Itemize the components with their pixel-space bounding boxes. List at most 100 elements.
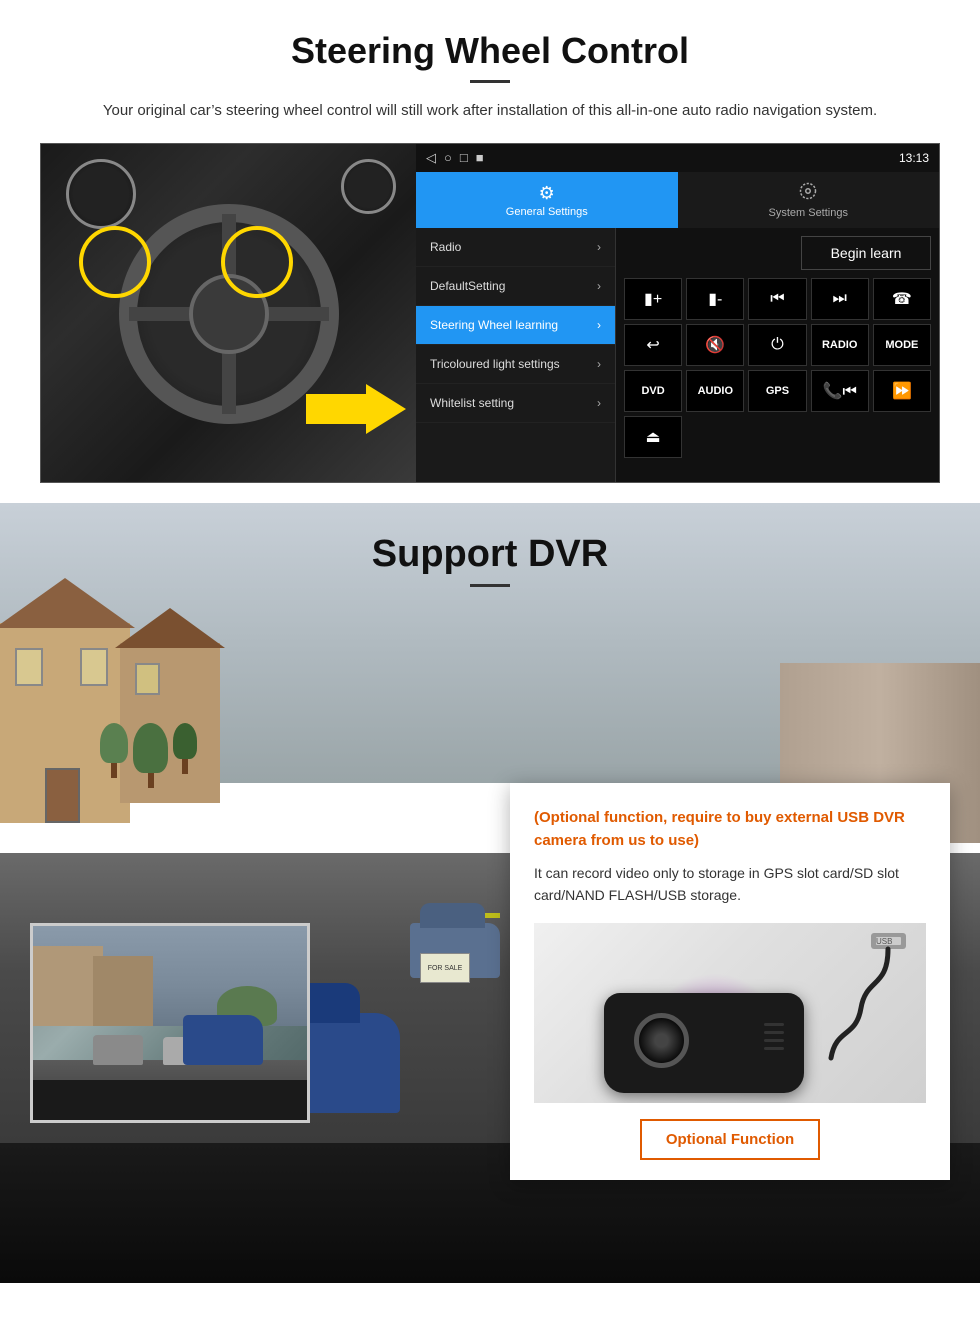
yellow-arrow [306,384,406,434]
phone-btn[interactable]: ☎ [873,278,931,320]
android-body: Radio › DefaultSetting › Steering Wheel … [416,228,939,482]
settings-menu: Radio › DefaultSetting › Steering Wheel … [416,228,616,482]
menu-icon: ■ [476,150,484,166]
begin-learn-button[interactable]: Begin learn [801,236,931,270]
audio-btn[interactable]: AUDIO [686,370,744,412]
mode-btn[interactable]: MODE [873,324,931,366]
tree-3-trunk [182,759,188,774]
phone-prev-icon: 📞⏮ [823,381,857,401]
mute-icon: 🔇 [705,335,725,355]
back-icon: ◁ [426,150,436,166]
dvr-title-divider [470,584,510,587]
next-track-icon: ⏩ [892,381,912,401]
chevron-right-icon: › [597,318,601,332]
eject-icon: ⏏ [646,427,661,447]
thumb-car-1 [93,1035,143,1065]
recents-icon: □ [460,150,468,166]
android-statusbar: ◁ ○ □ ■ 13:13 [416,144,939,172]
for-sale-text: FOR SALE [428,965,463,972]
dvr-thumbnail [30,923,310,1123]
gauge-left [66,159,136,229]
dvr-info-box: (Optional function, require to buy exter… [510,783,950,1180]
tree-2-top [133,723,168,773]
content-area: Begin learn ▮+ ▮- ⏮ [616,228,939,482]
next-btn[interactable]: ⏭ [811,278,869,320]
tree-1 [100,723,128,788]
control-grid: ▮+ ▮- ⏮ ⏭ ☎ [624,278,931,458]
tab-system-label: System Settings [769,207,848,219]
chevron-right-icon: › [597,279,601,293]
chevron-right-icon: › [597,357,601,371]
menu-item-whitelist[interactable]: Whitelist setting › [416,384,615,423]
radio-label: RADIO [822,339,857,351]
next-track-btn[interactable]: ⏩ [873,370,931,412]
thumb-dash [33,1080,307,1120]
menu-item-tricolour[interactable]: Tricoloured light settings › [416,345,615,384]
mode-label: MODE [885,339,918,351]
gps-label: GPS [766,385,789,397]
house-door [45,768,80,823]
tab-general-label: General Settings [506,206,588,218]
skip-back-icon: ⏮ [770,290,784,308]
power-icon: ⏻ [771,336,784,354]
tree-3-top [173,723,197,759]
vol-up-icon: ▮+ [644,289,662,309]
dvr-title-area: Support DVR [0,503,980,597]
chevron-right-icon: › [597,240,601,254]
usb-cable-svg: USB [776,928,916,1068]
android-tabs: ⚙ General Settings System Settings [416,172,939,228]
suv-roof [420,903,485,928]
camera-body [604,993,804,1093]
statusbar-time: 13:13 [899,151,929,165]
gear-icon: ⚙ [539,183,555,204]
page-subtitle: Your original car’s steering wheel contr… [90,99,890,123]
menu-item-radio[interactable]: Radio › [416,228,615,267]
menu-item-steering-wheel[interactable]: Steering Wheel learning › [416,306,615,345]
radio-btn[interactable]: RADIO [811,324,869,366]
power-btn[interactable]: ⏻ [748,324,806,366]
svg-text:USB: USB [876,937,892,946]
optional-function-button[interactable]: Optional Function [640,1119,820,1160]
gauge-right [341,159,396,214]
begin-learn-row: Begin learn [624,236,931,270]
home-icon: ○ [444,150,452,166]
eject-btn[interactable]: ⏏ [624,416,682,458]
tab-system-settings[interactable]: System Settings [678,172,940,228]
prev-btn[interactable]: ⏮ [748,278,806,320]
title-divider [470,80,510,83]
highlight-circle-right [221,226,293,298]
audio-label: AUDIO [698,385,733,397]
vol-up-btn[interactable]: ▮+ [624,278,682,320]
phone-icon: ☎ [892,289,912,309]
gps-btn[interactable]: GPS [748,370,806,412]
phone-prev-btn[interactable]: 📞⏮ [811,370,869,412]
steering-visual: ◁ ○ □ ■ 13:13 ⚙ General Settings [40,143,940,483]
house-2-window [135,663,160,695]
house-window-2 [80,648,108,686]
dvr-section: Support DVR [0,503,980,1283]
mute-btn[interactable]: 🔇 [686,324,744,366]
return-icon: ↩ [646,335,659,355]
page-title: Steering Wheel Control [40,30,940,72]
vol-down-icon: ▮- [708,289,722,309]
house-2-roof [115,608,225,648]
highlight-circle-left [79,226,151,298]
steering-wheel-section: Steering Wheel Control Your original car… [0,0,980,503]
dvd-btn[interactable]: DVD [624,370,682,412]
back-btn[interactable]: ↩ [624,324,682,366]
dvr-camera-image: USB [534,923,926,1103]
chevron-right-icon: › [597,396,601,410]
tab-general-settings[interactable]: ⚙ General Settings [416,172,678,228]
steering-wheel-photo [41,144,416,483]
skip-forward-icon: ⏭ [832,290,846,308]
house-window-1 [15,648,43,686]
thumb-building-2 [93,956,153,1026]
menu-item-default-setting[interactable]: DefaultSetting › [416,267,615,306]
tree-3 [173,723,197,788]
statusbar-icons: ◁ ○ □ ■ [426,150,484,166]
dvr-optional-text: (Optional function, require to buy exter… [534,807,926,852]
tree-2-trunk [148,773,154,788]
tree-1-top [100,723,128,763]
vol-down-btn[interactable]: ▮- [686,278,744,320]
android-panel: ◁ ○ □ ■ 13:13 ⚙ General Settings [416,144,939,482]
